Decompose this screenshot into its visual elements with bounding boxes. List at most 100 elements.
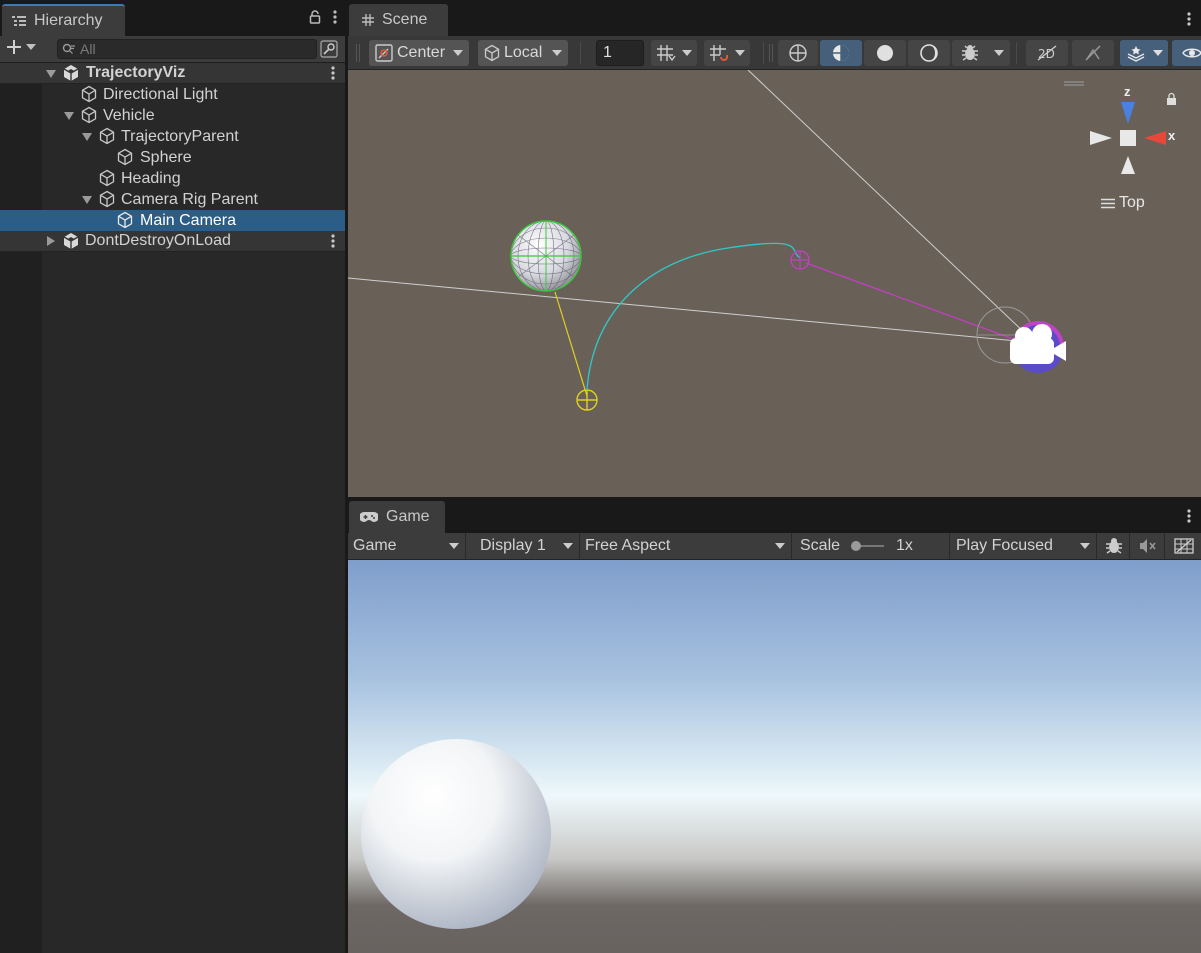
shaded-wireframe-button[interactable]	[820, 40, 862, 66]
wireframe-shading-button[interactable]	[778, 40, 818, 66]
more-options-icon[interactable]	[1187, 12, 1191, 26]
mute-audio-button[interactable]	[1131, 533, 1165, 559]
hierarchy-tab-bar: Hierarchy	[0, 0, 345, 36]
tree-item-label: Vehicle	[103, 106, 155, 124]
scene-more-options-icon[interactable]	[331, 66, 335, 80]
unlit-button[interactable]	[908, 40, 950, 66]
expand-arrow-icon[interactable]	[64, 111, 74, 121]
toolbar-separator	[580, 42, 581, 64]
hierarchy-panel: Hierarchy All TrajectoryViz Directional …	[0, 0, 345, 953]
heading-marker[interactable]	[790, 250, 810, 270]
scene-tab-label: Scene	[382, 11, 428, 28]
gameobject-cube-icon	[98, 190, 116, 208]
eye-icon	[1182, 46, 1201, 60]
toolbar-separator	[1016, 42, 1017, 64]
pivot-mode-dropdown[interactable]: Center	[369, 40, 469, 66]
scene-row-dontdestroyonload[interactable]: DontDestroyOnLoad	[0, 231, 345, 252]
scene-more-options-icon[interactable]	[331, 234, 335, 248]
search-filter-icon[interactable]	[320, 40, 338, 58]
chevron-down-icon	[1080, 543, 1090, 549]
expand-arrow-icon[interactable]	[82, 132, 92, 142]
scale-control: Scale 1x	[795, 533, 950, 559]
scene-viewport[interactable]: z x Top	[348, 70, 1201, 497]
scale-slider[interactable]	[850, 540, 886, 552]
gizmo-lock-icon[interactable]	[1167, 92, 1176, 106]
toggle-2d-button[interactable]: 2D	[1026, 40, 1068, 66]
shaded-wireframe-icon	[831, 43, 851, 63]
tree-item-label: Camera Rig Parent	[121, 190, 258, 208]
pivot-rotation-label: Local	[504, 44, 543, 61]
toggle-lighting-button[interactable]	[1072, 40, 1114, 66]
pivot-rotation-dropdown[interactable]: Local	[478, 40, 568, 66]
hierarchy-tab-label: Hierarchy	[34, 12, 103, 29]
collapsed-arrow-icon[interactable]	[46, 236, 56, 246]
shaded-sphere-icon	[875, 43, 895, 63]
tree-item-sphere[interactable]: Sphere	[0, 147, 345, 168]
unity-scene-icon	[62, 232, 80, 250]
pivot-center-icon	[375, 44, 393, 62]
camera-gizmo-icon[interactable]	[1010, 321, 1066, 373]
tree-item-trajectoryparent[interactable]: TrajectoryParent	[0, 126, 345, 147]
gameobject-cube-icon	[116, 211, 134, 229]
aspect-ratio-dropdown[interactable]: Free Aspect	[580, 533, 792, 559]
tree-item-vehicle[interactable]: Vehicle	[0, 105, 345, 126]
projection-toggle[interactable]: Top	[1101, 194, 1145, 212]
hierarchy-list-icon	[12, 15, 26, 27]
game-viewport[interactable]	[348, 560, 1201, 953]
tab-hierarchy[interactable]: Hierarchy	[2, 4, 125, 36]
stats-gizmos-button[interactable]	[1166, 533, 1201, 559]
scene-visibility-button[interactable]	[1172, 40, 1201, 66]
tree-item-directional-light[interactable]: Directional Light	[0, 84, 345, 105]
chevron-down-icon	[26, 44, 36, 50]
hierarchy-tree: TrajectoryViz Directional Light Vehicle	[0, 63, 345, 252]
grid-visibility-dropdown[interactable]	[651, 40, 697, 66]
tree-item-label: Directional Light	[103, 85, 218, 103]
game-view-mode-dropdown[interactable]: Game	[348, 533, 466, 559]
tab-game[interactable]: Game	[349, 501, 445, 533]
scene-effects-dropdown[interactable]	[1120, 40, 1168, 66]
toolbar-grip[interactable]	[356, 44, 360, 62]
local-cube-icon	[483, 44, 501, 62]
grid-hash-icon	[362, 14, 374, 26]
tree-item-main-camera[interactable]: Main Camera	[0, 210, 345, 231]
search-field[interactable]	[57, 39, 317, 59]
more-options-icon[interactable]	[333, 10, 337, 24]
more-options-icon[interactable]	[1187, 509, 1191, 523]
scene-tab-bar: Scene	[348, 0, 1201, 36]
hierarchy-toolbar	[0, 36, 345, 63]
chevron-down-icon	[735, 50, 745, 56]
lock-icon[interactable]	[309, 10, 321, 24]
tab-scene[interactable]: Scene	[349, 4, 448, 36]
grid-snapping-dropdown[interactable]	[704, 40, 750, 66]
plus-icon	[6, 39, 22, 55]
search-input[interactable]	[80, 41, 310, 57]
tree-item-label: Main Camera	[140, 211, 237, 229]
wireframe-globe-icon	[788, 43, 808, 63]
debug-draw-mode-dropdown[interactable]	[952, 40, 1010, 66]
scene-row-trajectoryviz[interactable]: TrajectoryViz	[0, 63, 345, 84]
game-tab-label: Game	[386, 508, 430, 525]
sphere-wireframe[interactable]	[510, 220, 582, 292]
tree-item-camera-rig-parent[interactable]: Camera Rig Parent	[0, 189, 345, 210]
gizmo-axis-x-label: x	[1168, 128, 1176, 143]
chevron-down-icon	[552, 50, 562, 56]
expand-arrow-icon[interactable]	[46, 69, 56, 79]
frame-debugger-button[interactable]	[1098, 533, 1130, 559]
game-tab-bar: Game	[348, 497, 1201, 533]
gameobject-cube-icon	[98, 169, 116, 187]
tree-item-heading[interactable]: Heading	[0, 168, 345, 189]
tree-item-label: Sphere	[140, 148, 192, 166]
expand-arrow-icon[interactable]	[82, 195, 92, 205]
grid-snap-value-field[interactable]: 1	[596, 40, 644, 66]
play-mode-dropdown[interactable]: Play Focused	[951, 533, 1097, 559]
trajectory-start-marker[interactable]	[576, 389, 598, 411]
grid-snap-icon	[709, 44, 729, 62]
add-object-button[interactable]	[6, 39, 36, 55]
orientation-gizmo[interactable]	[1090, 102, 1166, 174]
gameobject-cube-icon	[98, 127, 116, 145]
display-dropdown[interactable]: Display 1	[475, 533, 580, 559]
scale-value: 1x	[896, 537, 913, 554]
toolbar-grip[interactable]	[769, 44, 773, 62]
chevron-down-icon	[449, 543, 459, 549]
shaded-button[interactable]	[864, 40, 906, 66]
